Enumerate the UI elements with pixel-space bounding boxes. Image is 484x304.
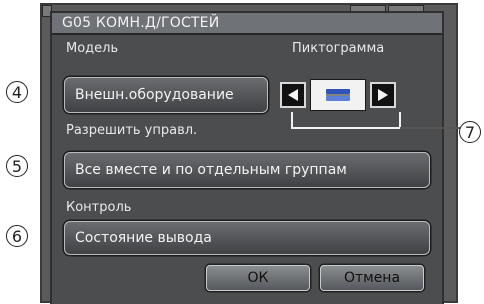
monitoring-button[interactable]: Состояние вывода bbox=[64, 221, 430, 255]
callout-7-bracket bbox=[291, 112, 460, 129]
model-value: Внешн.оборудование bbox=[75, 87, 234, 103]
arrow-left-icon bbox=[288, 89, 298, 101]
external-device-icon bbox=[326, 89, 350, 101]
pictogram-next-button[interactable] bbox=[370, 82, 396, 108]
pictogram-label: Пиктограмма bbox=[292, 41, 385, 56]
cancel-label: Отмена bbox=[343, 270, 401, 286]
dialog-title: G05 КОМН.Д/ГОСТЕЙ bbox=[62, 15, 220, 31]
monitoring-label: Контроль bbox=[66, 200, 132, 215]
ok-button[interactable]: ОК bbox=[206, 265, 310, 291]
control-permission-label: Разрешить управл. bbox=[66, 123, 198, 138]
ok-label: ОК bbox=[247, 270, 269, 286]
model-button[interactable]: Внешн.оборудование bbox=[64, 77, 268, 113]
arrow-right-icon bbox=[378, 89, 388, 101]
pictogram-preview bbox=[310, 79, 366, 111]
control-permission-value: Все вместе и по отдельным группам bbox=[75, 162, 347, 178]
model-label: Модель bbox=[66, 41, 119, 56]
callout-6: 6 bbox=[6, 225, 28, 247]
pictogram-prev-button[interactable] bbox=[280, 82, 306, 108]
callout-5: 5 bbox=[6, 155, 28, 177]
guest-room-settings-dialog: G05 КОМН.Д/ГОСТЕЙ Модель Внешн.оборудова… bbox=[50, 11, 444, 304]
cancel-button[interactable]: Отмена bbox=[320, 265, 424, 291]
monitoring-value: Состояние вывода bbox=[75, 230, 212, 246]
callout-4: 4 bbox=[6, 81, 28, 103]
control-permission-button[interactable]: Все вместе и по отдельным группам bbox=[64, 152, 430, 188]
callout-7: 7 bbox=[459, 121, 481, 143]
dialog-title-bar: G05 КОМН.Д/ГОСТЕЙ bbox=[52, 13, 442, 35]
